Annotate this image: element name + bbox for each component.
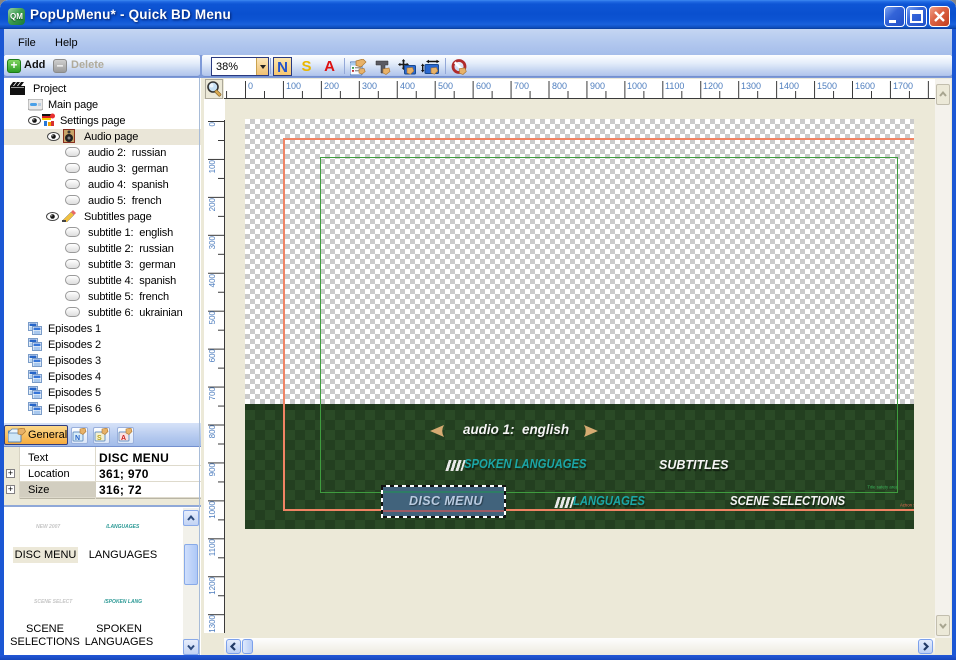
svg-text:A: A [121,435,126,442]
svg-text:N: N [75,435,80,442]
svg-text:S: S [97,435,102,442]
